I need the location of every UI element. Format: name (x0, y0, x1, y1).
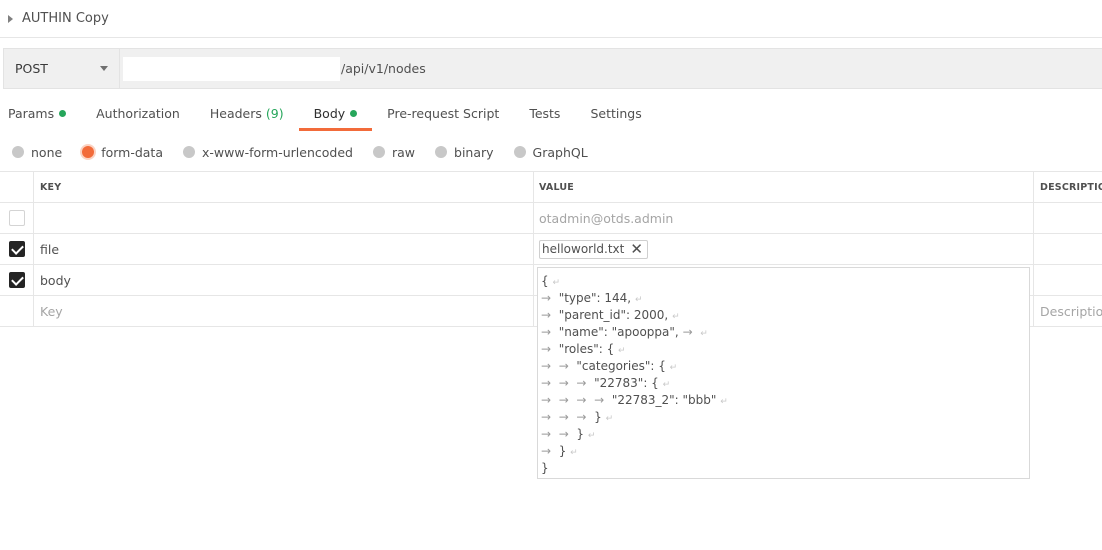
key-text: file (40, 241, 60, 257)
radio-none[interactable]: none (12, 145, 62, 160)
body-value-editor[interactable]: { ↵ → "type": 144, ↵ → "parent_id": 2000… (537, 267, 1030, 479)
radio-form-data[interactable]: form-data (82, 145, 163, 160)
code-line: → "roles": { ↵ (541, 342, 626, 356)
body-type-radio-group: none form-data x-www-form-urlencoded raw… (12, 141, 608, 163)
table-row: file helloworld.txt ✕ (0, 234, 1102, 265)
row-checkbox[interactable] (8, 210, 25, 226)
radio-icon[interactable] (372, 146, 385, 158)
code-line: → "type": 144, ↵ (541, 291, 643, 305)
radio-label: none (31, 144, 63, 160)
chevron-down-icon[interactable] (100, 66, 108, 71)
header-check-cell (0, 172, 34, 202)
tab-tests[interactable]: Tests (514, 96, 575, 131)
code-line: → → } ↵ (541, 427, 596, 441)
column-header-value: VALUE (539, 181, 574, 193)
code-line: → "name": "apooppa", → ↵ (541, 325, 708, 339)
description-cell[interactable] (1034, 265, 1102, 295)
url-path: /api/v1/nodes (341, 61, 426, 76)
radio-icon[interactable] (435, 146, 448, 158)
close-icon[interactable]: ✕ (630, 241, 643, 257)
code-line: } (541, 461, 549, 475)
radio-label: x-www-form-urlencoded (202, 144, 353, 160)
radio-label: GraphQL (532, 144, 588, 160)
code-line: → → → → "22783_2": "bbb" ↵ (541, 393, 728, 407)
description-placeholder: Description (1040, 303, 1102, 319)
code-line: { ↵ (541, 274, 561, 288)
tab-label: Tests (529, 106, 561, 121)
key-placeholder: Key (40, 303, 63, 319)
method-label: POST (15, 61, 48, 76)
tab-label: Settings (590, 106, 642, 121)
radio-x-www-form-urlencoded[interactable]: x-www-form-urlencoded (183, 145, 353, 160)
tab-label: Body (313, 106, 346, 121)
collection-header[interactable]: AUTHIN Copy (0, 0, 1102, 38)
collection-title: AUTHIN Copy (22, 11, 109, 26)
active-dot-icon (59, 110, 67, 117)
tab-pre-request-script[interactable]: Pre-request Script (372, 96, 514, 131)
column-header-description: DESCRIPTION (1040, 181, 1102, 193)
radio-label: form-data (101, 144, 163, 160)
tab-params[interactable]: Params (0, 96, 81, 131)
radio-binary[interactable]: binary (435, 145, 494, 160)
table-row: otadmin@otds.admin (0, 203, 1102, 234)
value-cell[interactable]: otadmin@otds.admin (534, 203, 1034, 233)
description-cell[interactable] (1034, 234, 1102, 264)
key-cell[interactable]: file (34, 234, 534, 264)
tab-settings[interactable]: Settings (575, 96, 656, 131)
radio-icon[interactable] (12, 146, 24, 158)
value-text: otadmin@otds.admin (539, 210, 674, 226)
code-line: → "parent_id": 2000, ↵ (541, 308, 680, 322)
radio-icon[interactable] (513, 146, 526, 158)
tab-body[interactable]: Body (298, 96, 373, 131)
key-cell[interactable]: Key (34, 296, 534, 326)
value-cell[interactable]: helloworld.txt ✕ (534, 234, 1034, 264)
tab-authorization[interactable]: Authorization (81, 96, 195, 131)
column-header-key: KEY (40, 181, 62, 193)
url-input[interactable]: /api/v1/nodes (120, 49, 1102, 88)
file-chip: helloworld.txt ✕ (539, 239, 648, 259)
method-select[interactable]: POST (4, 49, 120, 88)
tab-label: Headers (209, 106, 262, 121)
description-cell[interactable] (1034, 203, 1102, 233)
description-cell[interactable]: Description (1034, 296, 1102, 326)
table-header-row: KEY VALUE DESCRIPTION (0, 171, 1102, 203)
file-name: helloworld.txt (542, 242, 625, 256)
key-cell[interactable] (34, 203, 534, 233)
radio-graphql[interactable]: GraphQL (513, 144, 588, 160)
code-line: → → → } ↵ (541, 410, 614, 424)
radio-raw[interactable]: raw (372, 144, 416, 160)
request-tabs: Params Authorization Headers (9) Body Pre… (0, 96, 657, 131)
row-checkbox[interactable] (8, 272, 25, 288)
caret-right-icon[interactable] (8, 14, 13, 23)
tab-label: Authorization (96, 106, 180, 121)
row-checkbox[interactable] (8, 241, 25, 257)
active-dot-icon (350, 110, 358, 117)
radio-selected-icon[interactable] (82, 146, 95, 158)
headers-count: (9) (265, 106, 284, 121)
code-line: → → → "22783": { ↵ (541, 376, 671, 390)
tab-headers[interactable]: Headers (9) (195, 96, 299, 131)
tab-label: Pre-request Script (387, 106, 500, 121)
key-text: body (40, 272, 71, 288)
radio-icon[interactable] (183, 146, 195, 158)
url-redacted-segment (123, 56, 340, 81)
code-line: → → "categories": { ↵ (541, 359, 678, 373)
radio-label: raw (391, 144, 416, 160)
code-line: → } ↵ (541, 444, 578, 458)
request-url-bar: POST /api/v1/nodes (3, 48, 1102, 89)
tab-label: Params (8, 106, 55, 121)
key-cell[interactable]: body (34, 265, 534, 295)
radio-label: binary (454, 144, 494, 160)
